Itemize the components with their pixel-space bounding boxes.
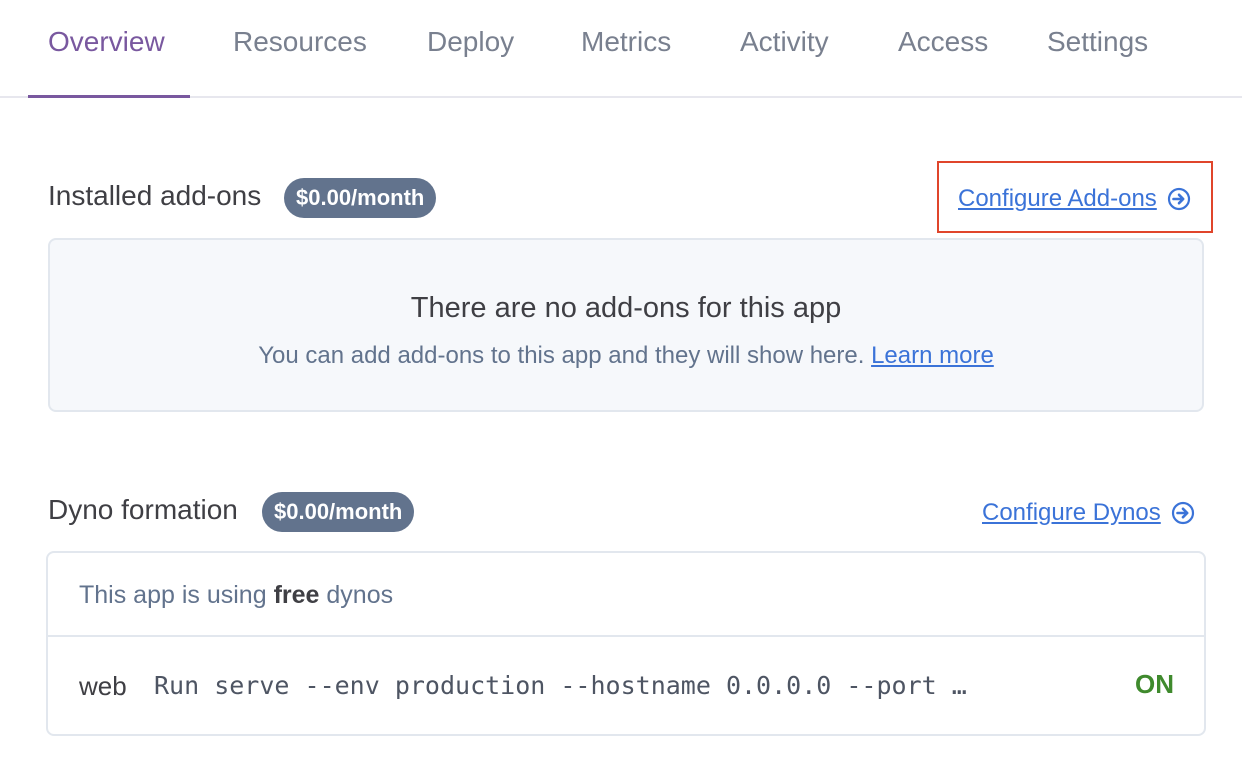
tab-activity[interactable]: Activity	[740, 26, 829, 58]
tab-settings[interactable]: Settings	[1047, 26, 1148, 58]
tab-access[interactable]: Access	[898, 26, 988, 58]
empty-addons-description: You can add add-ons to this app and they…	[50, 342, 1202, 370]
configure-dynos-link[interactable]: Configure Dynos	[982, 499, 1195, 527]
active-tab-indicator	[28, 95, 190, 98]
learn-more-link[interactable]: Learn more	[871, 342, 994, 369]
tab-resources[interactable]: Resources	[233, 26, 367, 58]
dyno-status-badge: ON	[1135, 669, 1174, 699]
dyno-type: web	[79, 671, 127, 701]
tab-deploy[interactable]: Deploy	[427, 26, 514, 58]
dynos-price-badge: $0.00/month	[262, 492, 415, 532]
addons-price-badge: $0.00/month	[284, 178, 437, 218]
arrow-right-circle-icon	[1171, 501, 1195, 525]
dyno-info-text: This app is using free dynos	[79, 581, 393, 610]
dyno-info-row: This app is using free dynos	[48, 553, 1204, 637]
configure-addons-link[interactable]: Configure Add-ons	[958, 185, 1191, 213]
arrow-right-circle-icon	[1167, 187, 1191, 211]
dyno-command: Run serve --env production --hostname 0.…	[154, 671, 967, 700]
configure-dynos-label: Configure Dynos	[982, 499, 1161, 526]
addons-section-title: Installed add-ons	[48, 180, 262, 211]
tab-overview[interactable]: Overview	[48, 26, 165, 58]
dyno-formation-panel: This app is using free dynos web Run ser…	[46, 551, 1206, 736]
empty-addons-text: You can add add-ons to this app and they…	[258, 342, 865, 369]
dyno-row[interactable]: web Run serve --env production --hostnam…	[48, 637, 1204, 736]
addons-empty-panel: There are no add-ons for this app You ca…	[48, 238, 1204, 412]
dyno-info-suffix: dynos	[326, 581, 394, 609]
dyno-tier: free	[273, 581, 320, 609]
configure-addons-label: Configure Add-ons	[958, 185, 1157, 212]
dynos-section-title: Dyno formation	[48, 494, 238, 525]
empty-addons-title: There are no add-ons for this app	[410, 292, 842, 324]
app-tabs: Overview Resources Deploy Metrics Activi…	[0, 0, 1242, 98]
dyno-info-prefix: This app is using	[79, 581, 267, 609]
tab-metrics[interactable]: Metrics	[581, 26, 671, 58]
